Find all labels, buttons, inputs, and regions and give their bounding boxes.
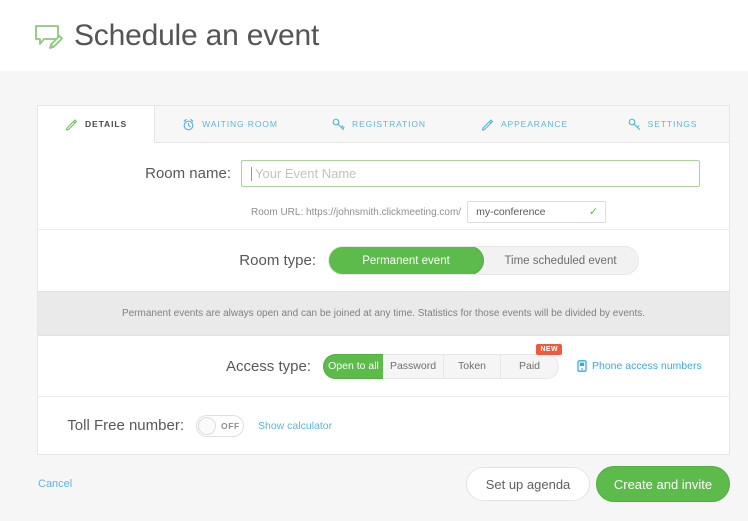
tab-registration[interactable]: REGISTRATION	[305, 106, 453, 142]
tab-settings[interactable]: SETTINGS	[596, 106, 729, 142]
room-type-info-text: Permanent events are always open and can…	[121, 308, 646, 319]
tab-label: DETAILS	[84, 119, 128, 129]
pencil-icon	[481, 118, 494, 131]
tab-label: SETTINGS	[647, 119, 698, 129]
form-tabs: DETAILS WAITING ROOM REGISTRATION APPEAR…	[38, 105, 729, 143]
alarm-clock-icon	[182, 118, 195, 131]
room-url-slug-input[interactable]: my-conference ✓	[467, 201, 607, 223]
phone-access-numbers-link[interactable]: Phone access numbers	[577, 360, 702, 372]
phone-icon	[577, 360, 587, 372]
room-type-row: Room type: Permanent event Time schedule…	[38, 230, 729, 291]
tab-label: WAITING ROOM	[202, 119, 278, 129]
access-type-option-paid-label: Paid	[518, 360, 540, 372]
toll-free-row: Toll Free number: OFF Show calculator	[38, 397, 729, 454]
room-name-placeholder: Your Event Name	[255, 166, 357, 181]
access-type-segmented-control: Open to all Password Token Paid NEW	[323, 343, 562, 379]
room-name-label: Room name:	[145, 165, 231, 182]
check-icon: ✓	[588, 205, 599, 218]
text-caret	[251, 166, 252, 181]
room-name-input[interactable]: Your Event Name	[241, 160, 700, 187]
show-calculator-link[interactable]: Show calculator	[258, 420, 332, 432]
schedule-event-page: Schedule an event DETAILS WAITING ROOM R…	[0, 0, 748, 521]
tab-label: APPEARANCE	[500, 119, 569, 129]
toll-free-label: Toll Free number:	[67, 417, 184, 434]
tab-label: REGISTRATION	[352, 119, 426, 129]
page-header: Schedule an event	[0, 0, 748, 72]
pencil-icon	[65, 118, 78, 131]
room-type-label: Room type:	[239, 252, 316, 269]
form-footer: Cancel Set up agenda Create and invite	[0, 447, 748, 521]
room-type-info-band: Permanent events are always open and can…	[38, 291, 729, 336]
new-badge: NEW	[536, 343, 562, 355]
speech-bubble-pencil-icon	[33, 20, 65, 52]
wrench-icon	[628, 118, 641, 131]
room-type-option-scheduled[interactable]: Time scheduled event	[483, 247, 638, 274]
tab-appearance[interactable]: APPEARANCE	[453, 106, 596, 142]
room-url-slug-value: my-conference	[476, 206, 546, 218]
toggle-knob	[198, 416, 216, 435]
access-type-option-token[interactable]: Token	[444, 354, 501, 378]
access-type-option-paid[interactable]: Paid NEW	[501, 343, 562, 378]
set-up-agenda-button[interactable]: Set up agenda	[466, 467, 590, 501]
cancel-link[interactable]: Cancel	[38, 478, 72, 490]
access-type-label: Access type:	[225, 357, 311, 375]
toll-free-toggle[interactable]: OFF	[196, 414, 244, 437]
phone-access-numbers-label: Phone access numbers	[592, 360, 702, 372]
room-url-label: Room URL: https://johnsmith.clickmeeting…	[251, 206, 462, 218]
tab-details[interactable]: DETAILS	[38, 106, 155, 143]
page-title: Schedule an event	[74, 18, 320, 52]
room-type-option-permanent[interactable]: Permanent event	[329, 247, 484, 274]
access-type-option-password[interactable]: Password	[383, 354, 444, 378]
room-name-row: Room name: Your Event Name Room URL: htt…	[38, 143, 729, 230]
access-type-row: Access type: Open to all Password Token …	[38, 336, 729, 397]
event-form-panel: DETAILS WAITING ROOM REGISTRATION APPEAR…	[37, 105, 730, 455]
access-type-option-open-to-all[interactable]: Open to all	[323, 353, 383, 379]
room-type-segmented-control: Permanent event Time scheduled event	[328, 246, 639, 275]
room-url-line: Room URL: https://johnsmith.clickmeeting…	[38, 201, 729, 223]
tab-waiting-room[interactable]: WAITING ROOM	[155, 106, 305, 142]
key-icon	[332, 118, 345, 131]
toll-free-toggle-state: OFF	[221, 420, 240, 431]
create-and-invite-button[interactable]: Create and invite	[596, 466, 730, 502]
